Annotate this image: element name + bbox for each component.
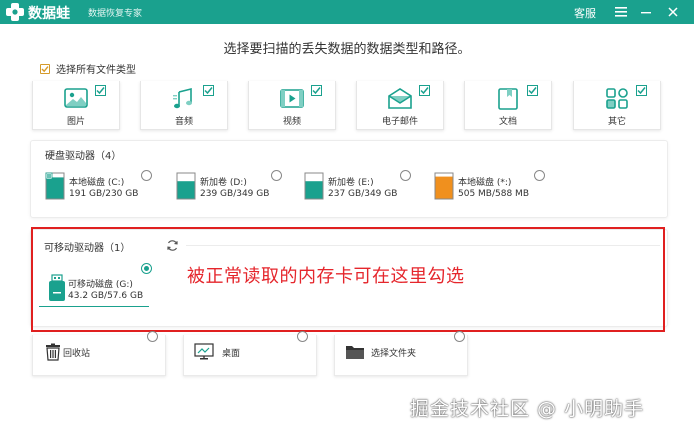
file-type-label: 文档 — [498, 117, 517, 127]
location-label: 桌面 — [222, 349, 241, 359]
file-type-other[interactable]: 其它 — [573, 81, 661, 130]
menu-button[interactable] — [612, 2, 630, 22]
document-icon — [498, 88, 518, 110]
minimize-icon — [641, 12, 651, 14]
location-radio-desktop[interactable] — [297, 331, 308, 342]
drive-item-star[interactable]: 本地磁盘 (*:) 505 MB/588 MB — [434, 168, 546, 208]
checkbox-icon — [40, 63, 50, 74]
drive-radio-e[interactable] — [400, 170, 411, 181]
hard-drive-icon — [434, 172, 454, 200]
hard-drives-title: 硬盘驱动器（4） — [45, 151, 122, 162]
file-type-image[interactable]: 图片 — [32, 81, 120, 130]
select-all-label: 选择所有文件类型 — [56, 65, 136, 76]
file-type-label: 视频 — [282, 117, 301, 127]
hard-drive-icon — [45, 172, 65, 200]
customer-service-link[interactable]: 客服 — [574, 5, 596, 21]
file-type-audio[interactable]: 音频 — [140, 81, 228, 130]
menu-icon — [615, 7, 627, 17]
app-name: 数据蛙 — [28, 6, 70, 22]
checkbox-checked-icon[interactable] — [527, 85, 538, 96]
location-recycle-bin[interactable]: 回收站 — [32, 331, 166, 376]
music-icon — [173, 87, 192, 109]
checkbox-checked-icon[interactable] — [95, 85, 106, 96]
drive-size: 237 GB/349 GB — [328, 189, 398, 199]
file-type-email[interactable]: 电子邮件 — [356, 81, 444, 130]
annotation-text: 被正常读取的内存卡可在这里勾选 — [187, 266, 465, 287]
app-logo-icon — [6, 3, 24, 21]
file-type-video[interactable]: 视频 — [248, 81, 336, 130]
drive-name: 新加卷 (D:) — [200, 178, 247, 188]
file-type-label: 音频 — [174, 117, 193, 127]
location-label: 回收站 — [63, 349, 91, 359]
drive-size: 191 GB/230 GB — [69, 189, 139, 199]
file-type-label: 其它 — [607, 117, 626, 127]
drive-size: 239 GB/349 GB — [200, 189, 270, 199]
drive-radio-c[interactable] — [141, 170, 152, 181]
hard-drives-section: 硬盘驱动器（4） 本地磁盘 (C:) 191 GB/230 GB 新加卷 (D:… — [30, 140, 668, 218]
hard-drive-icon — [176, 172, 196, 200]
close-icon — [668, 7, 678, 17]
file-type-document[interactable]: 文档 — [464, 81, 552, 130]
drive-name: 本地磁盘 (*:) — [458, 178, 512, 188]
recycle-bin-icon — [46, 343, 60, 361]
video-icon — [280, 89, 304, 108]
email-icon — [388, 88, 412, 109]
minimize-button[interactable] — [637, 2, 655, 22]
drive-radio-d[interactable] — [271, 170, 282, 181]
drive-name: 本地磁盘 (C:) — [69, 178, 125, 188]
location-radio-recycle[interactable] — [147, 331, 158, 342]
drive-name: 新加卷 (E:) — [328, 178, 374, 188]
app-subtitle: 数据恢复专家 — [88, 9, 143, 19]
checkbox-checked-icon[interactable] — [311, 85, 322, 96]
location-label: 选择文件夹 — [371, 349, 417, 359]
location-radio-folder[interactable] — [454, 331, 465, 342]
select-all-checkbox[interactable]: 选择所有文件类型 — [40, 61, 136, 76]
file-type-label: 图片 — [66, 117, 85, 127]
location-desktop[interactable]: 桌面 — [183, 331, 317, 376]
other-icon — [606, 88, 628, 109]
title-bar: 数据蛙 数据恢复专家 客服 — [0, 0, 694, 24]
location-select-folder[interactable]: 选择文件夹 — [334, 331, 468, 376]
file-type-label: 电子邮件 — [381, 117, 418, 127]
watermark-text: 掘金技术社区 @ 小明助手 — [410, 398, 645, 420]
drive-size: 505 MB/588 MB — [458, 189, 529, 199]
desktop-icon — [194, 343, 214, 360]
close-button[interactable] — [664, 2, 682, 22]
checkbox-checked-icon[interactable] — [203, 85, 214, 96]
page-headline: 选择要扫描的丢失数据的数据类型和路径。 — [223, 42, 471, 57]
folder-icon — [346, 346, 364, 359]
image-icon — [64, 88, 88, 108]
checkbox-checked-icon[interactable] — [636, 85, 647, 96]
checkbox-checked-icon[interactable] — [419, 85, 430, 96]
drive-radio-star[interactable] — [534, 170, 545, 181]
hard-drive-icon — [304, 172, 324, 200]
